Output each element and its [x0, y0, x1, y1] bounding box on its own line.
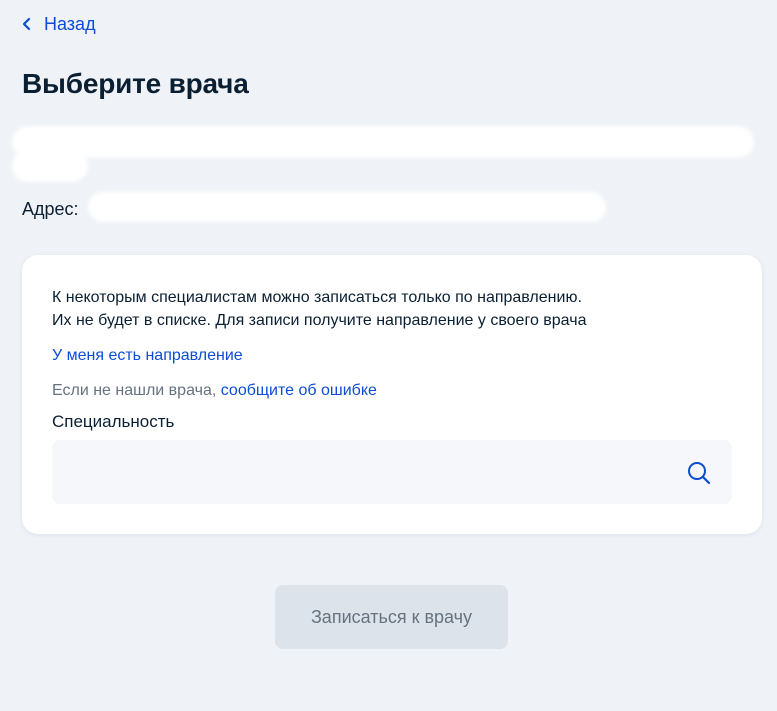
referral-notice-line-1: К некоторым специалистам можно записатьс… — [52, 289, 582, 306]
referral-notice-line-2: Их не будет в списке. Для записи получит… — [52, 312, 587, 329]
specialty-search-box[interactable] — [52, 440, 732, 504]
book-doctor-button[interactable]: Записаться к врачу — [275, 585, 508, 649]
referral-notice: К некоторым специалистам можно записатьс… — [52, 286, 732, 332]
address-label: Адрес: — [22, 199, 79, 219]
redacted-address — [88, 192, 606, 222]
page-title: Выберите врача — [22, 68, 249, 99]
doctor-search-card: К некоторым специалистам можно записатьс… — [22, 255, 762, 534]
chevron-left-icon — [22, 17, 31, 31]
search-icon[interactable] — [686, 460, 712, 486]
back-link[interactable]: Назад — [20, 13, 96, 35]
specialty-label: Специальность — [52, 412, 175, 431]
report-error-line: Если не нашли врача, сообщите об ошибке — [52, 382, 377, 400]
redacted-clinic-name-tail — [12, 150, 88, 182]
have-referral-link[interactable]: У меня есть направление — [52, 347, 243, 365]
back-link-label: Назад — [44, 13, 96, 34]
report-error-prefix: Если не нашли врача, — [52, 382, 221, 399]
report-error-link[interactable]: сообщите об ошибке — [221, 382, 377, 399]
specialty-input[interactable] — [52, 440, 688, 504]
redacted-clinic-name — [12, 126, 754, 158]
